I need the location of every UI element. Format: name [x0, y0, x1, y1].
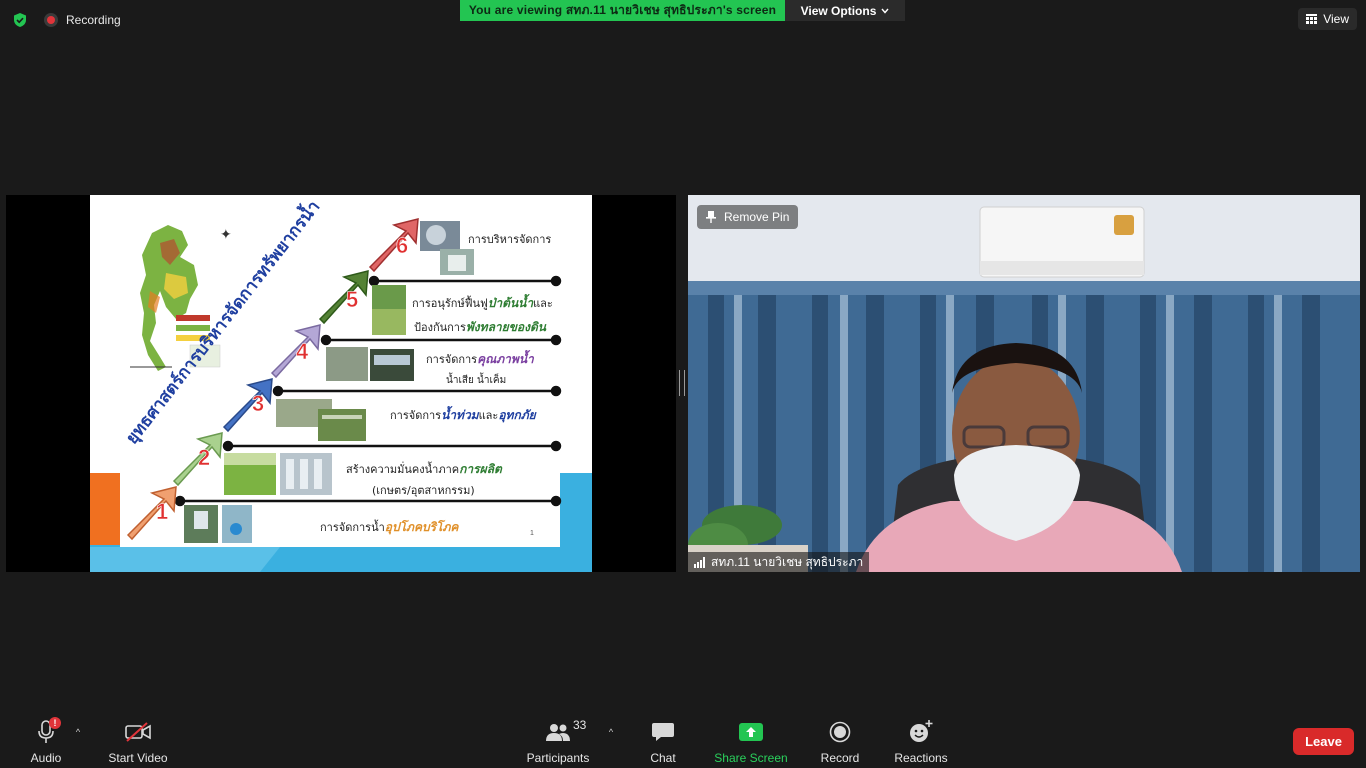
viewing-banner: You are viewing สทภ.11 นายวิเชษ สุทธิประ…: [460, 0, 785, 21]
video-frame: [688, 195, 1360, 572]
view-options-button[interactable]: View Options: [785, 0, 905, 21]
start-video-label: Start Video: [108, 751, 168, 765]
chevron-down-icon: [881, 8, 889, 14]
step-4-subtext: น้ำเสีย น้ำเค็ม: [446, 372, 506, 386]
participants-label: Participants: [526, 751, 590, 765]
arrow-5: [318, 270, 369, 325]
participant-name: สทภ.11 นายวิเชษ สุทธิประภา: [711, 554, 864, 569]
shared-screen-panel[interactable]: ✦ 1 2 3 4 5 6 ยุทธศาสตร์การบริหารจัดการท…: [6, 195, 676, 572]
slide-page-number: 1: [530, 530, 534, 537]
audio-button[interactable]: ! Audio: [28, 717, 64, 766]
step-number-3: 3: [252, 391, 264, 416]
viewing-banner-text: You are viewing สทภ.11 นายวิเชษ สุทธิประ…: [468, 3, 777, 17]
recording-label: Recording: [66, 13, 121, 27]
emoji-plus-icon: [909, 720, 933, 744]
recording-indicator[interactable]: Recording: [44, 11, 121, 29]
meeting-toolbar: ! Audio ^ Start Video 33 Participants ^: [0, 708, 1366, 768]
step-2-text: สร้างความมั่นคงน้ำภาคการผลิต: [346, 461, 503, 476]
participants-options-caret-icon[interactable]: ^: [606, 727, 616, 737]
step-3-text: การจัดการน้ำท่วมและอุทกภัย: [390, 406, 537, 423]
people-icon: 33: [545, 718, 586, 744]
signal-bars-icon: [694, 556, 705, 568]
leave-button[interactable]: Leave: [1293, 728, 1354, 755]
reactions-label: Reactions: [894, 751, 948, 765]
remove-pin-button[interactable]: Remove Pin: [697, 205, 799, 229]
step-number-6: 6: [396, 233, 408, 258]
pin-icon: [706, 211, 716, 223]
view-options-label: View Options: [800, 3, 877, 18]
slide-canvas: ✦ 1 2 3 4 5 6 ยุทธศาสตร์การบริหารจัดการท…: [90, 195, 592, 572]
step-5-text: การอนุรักษ์ฟื้นฟูป่าต้นน้ำและ: [412, 294, 553, 310]
air-conditioner: [979, 206, 1145, 278]
arrow-6: [368, 218, 419, 273]
presentation-slide: ✦ 1 2 3 4 5 6 ยุทธศาสตร์การบริหารจัดการท…: [90, 195, 592, 572]
recording-dot-icon: [44, 13, 58, 27]
view-label: View: [1323, 12, 1349, 26]
compass-star-icon: ✦: [220, 226, 232, 242]
audio-label: Audio: [30, 751, 62, 765]
share-screen-label: Share Screen: [714, 751, 788, 765]
security-shield-icon[interactable]: [12, 12, 28, 28]
record-icon: [829, 720, 851, 744]
view-button[interactable]: View: [1298, 8, 1357, 30]
step-2-subtext: (เกษตร/อุตสาหกรรม): [372, 484, 475, 497]
panel-resize-handle[interactable]: [679, 370, 685, 396]
participants-count: 33: [573, 718, 587, 732]
record-button[interactable]: Record: [820, 720, 860, 766]
record-label: Record: [820, 751, 860, 765]
audio-warning-badge: !: [49, 717, 61, 729]
leave-label: Leave: [1305, 734, 1342, 749]
remove-pin-label: Remove Pin: [724, 210, 790, 224]
reactions-button[interactable]: Reactions: [894, 720, 948, 766]
step-number-1: 1: [156, 499, 168, 524]
chat-label: Chat: [650, 751, 676, 765]
audio-options-caret-icon[interactable]: ^: [73, 727, 83, 737]
start-video-button[interactable]: Start Video: [106, 720, 170, 766]
step-1-text: การจัดการน้ำอุปโภคบริโภค: [320, 519, 459, 535]
share-screen-icon: [739, 720, 763, 744]
blue-band-light: [90, 547, 280, 572]
share-screen-button[interactable]: Share Screen: [714, 720, 788, 766]
step-4-text: การจัดการคุณภาพน้ำ: [426, 350, 535, 367]
grid-view-icon: [1306, 13, 1318, 24]
pinned-video-panel[interactable]: Remove Pin สทภ.11 นายวิเชษ สุทธิประภา: [688, 195, 1360, 572]
step-number-4: 4: [296, 339, 309, 364]
chat-bubble-icon: [651, 720, 675, 744]
microphone-icon: !: [37, 717, 61, 744]
step-5-subtext: ป้องกันการพังทลายของดิน: [414, 320, 547, 334]
participant-name-tag: สทภ.11 นายวิเชษ สุทธิประภา: [688, 552, 870, 572]
arrow-3: [222, 378, 273, 433]
video-off-icon: [125, 720, 151, 744]
participants-button[interactable]: 33 Participants: [524, 718, 592, 766]
step-6-text: การบริหารจัดการ: [468, 233, 551, 246]
step-number-2: 2: [198, 445, 210, 470]
chat-button[interactable]: Chat: [646, 720, 680, 766]
step-number-5: 5: [346, 287, 358, 312]
